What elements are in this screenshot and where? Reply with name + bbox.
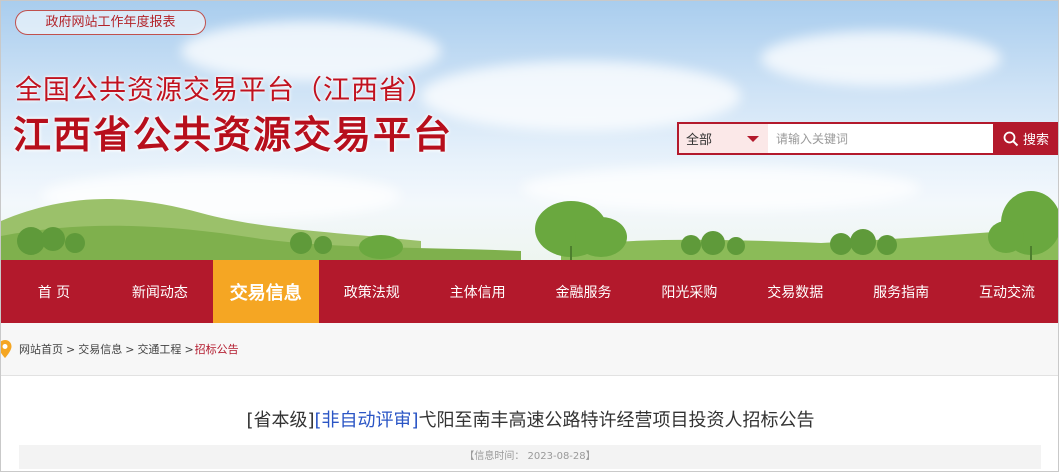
search-icon — [1003, 131, 1019, 146]
main-nav: 首 页 新闻动态 交易信息 政策法规 主体信用 金融服务 阳光采购 交易数据 服… — [1, 260, 1058, 323]
article-title: [省本级][非自动评审]弋阳至南丰高速公路特许经营项目投资人招标公告 — [1, 406, 1058, 432]
hills-landscape — [1, 191, 1058, 260]
breadcrumb-separator: > — [184, 342, 194, 356]
nav-item-interaction[interactable]: 互动交流 — [954, 260, 1058, 323]
nav-item-news[interactable]: 新闻动态 — [107, 260, 213, 323]
location-pin-icon — [1, 340, 12, 358]
nav-item-service-guide[interactable]: 服务指南 — [848, 260, 954, 323]
search-input[interactable] — [768, 124, 993, 153]
article-title-text: 弋阳至南丰高速公路特许经营项目投资人招标公告 — [418, 410, 815, 431]
nav-item-trading-info[interactable]: 交易信息 — [212, 260, 319, 323]
nav-item-policies[interactable]: 政策法规 — [319, 260, 425, 323]
platform-national-title: 全国公共资源交易平台（江西省） — [15, 75, 435, 106]
nav-item-procurement[interactable]: 阳光采购 — [636, 260, 742, 323]
breadcrumb-separator: > — [125, 342, 135, 356]
caret-down-icon — [747, 136, 759, 142]
breadcrumb-current[interactable]: 招标公告 — [195, 341, 239, 357]
platform-site-title: 江西省公共资源交易平台 — [13, 113, 454, 157]
search-button[interactable]: 搜索 — [993, 123, 1058, 154]
search-scope-select[interactable]: 全部 — [679, 124, 768, 153]
nav-item-credit[interactable]: 主体信用 — [425, 260, 531, 323]
page-frame: 政府网站工作年度报表 全国公共资源交易平台（江西省） 江西省公共资源交易平台 全… — [0, 0, 1059, 472]
search-scope-value: 全部 — [686, 133, 713, 148]
breadcrumb-home[interactable]: 网站首页 — [19, 341, 63, 357]
article-meta: 【信息时间： 2023-08-28】 — [19, 445, 1041, 469]
breadcrumb-trading-info[interactable]: 交易信息 — [78, 341, 122, 357]
search-bar: 全部 搜索 — [677, 122, 1058, 155]
breadcrumb-transport-engineering[interactable]: 交通工程 — [137, 341, 181, 357]
nav-item-trading-data[interactable]: 交易数据 — [742, 260, 848, 323]
search-button-label: 搜索 — [1022, 133, 1049, 148]
header-banner: 政府网站工作年度报表 全国公共资源交易平台（江西省） 江西省公共资源交易平台 全… — [1, 1, 1058, 260]
level-tag: [省本级] — [246, 410, 315, 431]
nav-item-finance[interactable]: 金融服务 — [531, 260, 637, 323]
breadcrumb-separator: > — [66, 342, 76, 356]
nav-item-home[interactable]: 首 页 — [1, 260, 107, 323]
review-type-tag[interactable]: [非自动评审] — [315, 410, 419, 431]
annual-report-link[interactable]: 政府网站工作年度报表 — [15, 10, 206, 35]
breadcrumb: 网站首页 > 交易信息 > 交通工程 > 招标公告 — [1, 323, 1058, 376]
